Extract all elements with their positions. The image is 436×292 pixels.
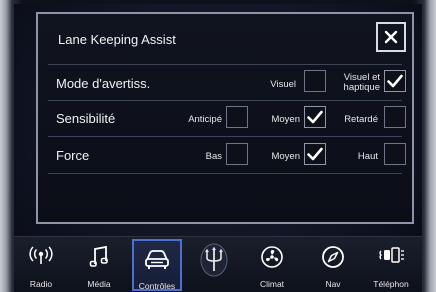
radio-icon xyxy=(29,246,53,264)
nav-item-climat[interactable]: Climat xyxy=(246,239,298,291)
option-label-bas: Bas xyxy=(205,151,222,162)
checkmark-icon xyxy=(387,74,403,88)
nav-label-nav: Nav xyxy=(325,279,341,289)
divider xyxy=(48,173,402,174)
checkbox-bas[interactable] xyxy=(226,143,248,165)
row-label-sensitivity: Sensibilité xyxy=(56,111,116,126)
nav-item-telephone[interactable]: Téléphon xyxy=(364,239,418,291)
row-label-force: Force xyxy=(56,148,90,163)
car-icon xyxy=(145,250,169,269)
checkbox-haut[interactable] xyxy=(384,143,406,165)
checkbox-moyen-force[interactable] xyxy=(304,143,326,165)
trident-logo-icon xyxy=(200,243,228,277)
option-label-haut: Haut xyxy=(357,151,378,162)
option-label-moyen-sensibilite: Moyen xyxy=(271,114,300,125)
checkbox-visuel[interactable] xyxy=(304,70,326,92)
phone-icon xyxy=(379,247,404,263)
close-icon xyxy=(384,30,398,44)
checkbox-moyen-sensibilite[interactable] xyxy=(304,106,326,128)
nav-item-media[interactable]: Média xyxy=(76,239,122,291)
checkbox-visuel-haptique[interactable] xyxy=(384,70,406,92)
checkmark-icon xyxy=(307,110,323,124)
divider xyxy=(48,136,402,137)
popup-title: Lane Keeping Assist xyxy=(58,32,176,47)
checkbox-retarde[interactable] xyxy=(384,106,406,128)
option-label-visuel-haptique: Visuel et haptique xyxy=(343,72,380,93)
checkbox-anticipe[interactable] xyxy=(226,106,248,128)
option-label-moyen-force: Moyen xyxy=(271,151,300,162)
divider xyxy=(48,64,402,65)
option-label-visuel: Visuel xyxy=(270,79,296,90)
row-label-warning-mode: Mode d'avertiss. xyxy=(56,76,151,91)
nav-label-controles: Contrôles xyxy=(138,281,176,291)
nav-label-telephone: Téléphon xyxy=(373,279,409,289)
option-label-anticipe: Anticipé xyxy=(188,114,222,125)
close-button[interactable] xyxy=(376,22,406,52)
nav-label-media: Média xyxy=(87,279,111,289)
music-note-icon xyxy=(89,245,108,267)
divider xyxy=(48,100,402,101)
checkmark-icon xyxy=(307,147,323,161)
option-label-retarde: Retardé xyxy=(344,114,378,125)
nav-label-radio: Radio xyxy=(29,279,53,289)
fan-icon xyxy=(261,246,283,268)
nav-label-climat: Climat xyxy=(259,279,285,289)
lane-keeping-popup: Lane Keeping Assist Mode d'avertiss. Vis… xyxy=(36,12,414,224)
compass-icon xyxy=(322,246,344,268)
bottom-nav-bar: Radio Média Contrôles Climat Nav Télépho… xyxy=(14,236,422,292)
nav-item-radio[interactable]: Radio xyxy=(20,239,62,291)
nav-item-controles[interactable]: Contrôles xyxy=(132,239,182,291)
nav-item-nav[interactable]: Nav xyxy=(310,239,356,291)
nav-item-home[interactable] xyxy=(192,239,236,291)
